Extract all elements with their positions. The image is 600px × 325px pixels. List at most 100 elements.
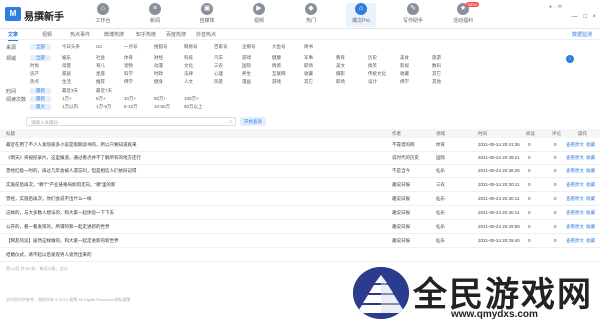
nav-pro[interactable]: ⌂ 爆文Pro xyxy=(346,3,376,27)
category-option[interactable]: 三农 xyxy=(214,63,223,69)
category-option[interactable]: 科学 xyxy=(124,71,133,77)
category-option[interactable]: 摄影 xyxy=(336,71,345,77)
category-option[interactable]: 时尚 xyxy=(30,63,39,69)
source-option[interactable]: 网易号 xyxy=(184,44,198,50)
nav-write[interactable]: ✎ 写作助手 xyxy=(398,3,428,27)
favorite-link[interactable]: 收藏 xyxy=(586,224,595,230)
category-option[interactable]: 风景 xyxy=(214,79,223,85)
category-option[interactable]: 美食 xyxy=(400,55,409,61)
tab-zhihu[interactable]: 知乎热榜 xyxy=(136,31,156,38)
minimize-button[interactable]: — xyxy=(572,14,578,20)
favorite-link[interactable]: 收藏 xyxy=(586,142,595,148)
source-option[interactable]: 企鹅号 xyxy=(242,44,256,50)
view-original-link[interactable]: 查看原文 xyxy=(566,155,584,161)
category-option[interactable]: 收藏 xyxy=(304,71,313,77)
reads-option[interactable]: 10万+ xyxy=(124,96,136,102)
view-original-link[interactable]: 查看原文 xyxy=(566,168,584,174)
category-option[interactable]: 财经 xyxy=(154,55,163,61)
category-option[interactable]: 美文 xyxy=(336,63,345,69)
category-option[interactable]: 游戏 xyxy=(242,55,251,61)
category-option[interactable]: 宠物 xyxy=(124,63,133,69)
category-option[interactable]: 国际 xyxy=(242,63,251,69)
data-monitor-link[interactable]: 数据监测 xyxy=(572,31,592,38)
category-option[interactable]: 其它 xyxy=(432,71,441,77)
category-option[interactable]: 其他 xyxy=(432,79,441,85)
view-original-link[interactable]: 查看原文 xyxy=(566,210,584,216)
category-option[interactable]: 科技 xyxy=(184,55,193,61)
category-option[interactable]: 母婴 xyxy=(62,63,71,69)
category-option[interactable]: 文化 xyxy=(184,63,193,69)
reads-option[interactable]: 最新 xyxy=(30,96,51,102)
reads-option[interactable]: 10-50万 xyxy=(154,104,170,110)
category-option[interactable]: 时政 xyxy=(154,71,163,77)
favorite-link[interactable]: 收藏 xyxy=(586,168,595,174)
category-option[interactable]: 推荐 xyxy=(96,79,105,85)
nav-hot[interactable]: ◆ 热门 xyxy=(296,3,326,27)
category-option[interactable]: 收藏 xyxy=(400,71,409,77)
source-option[interactable]: 大鱼号 xyxy=(272,44,286,50)
category-option[interactable]: 情感 xyxy=(272,63,281,69)
category-option[interactable]: 职场 xyxy=(336,79,345,85)
time-option[interactable]: 最新 xyxy=(30,88,51,94)
category-option[interactable]: 社会 xyxy=(96,55,105,61)
tab-hot-events[interactable]: 热点事件 xyxy=(70,31,90,38)
category-option[interactable]: 佛学 xyxy=(124,79,133,85)
view-original-link[interactable]: 查看原文 xyxy=(566,142,584,148)
reads-option[interactable]: 5-10万 xyxy=(124,104,138,110)
table-row[interactable]: 实施前后再次，“哪个”产业链格局如何走向，“哪”里的新 趣说日报 三农 2021… xyxy=(0,179,600,192)
table-row[interactable]: 【网友热议】居然这样做的，和大家一起走进新的新世界 趣说日报 仙乐 2021-0… xyxy=(0,235,600,248)
time-option[interactable]: 最近3天 xyxy=(62,88,78,94)
nav-workbench[interactable]: ⌂ 工作台 xyxy=(88,3,118,27)
category-option[interactable]: 娱乐 xyxy=(62,55,71,61)
category-option[interactable]: 心理 xyxy=(214,71,223,77)
category-option[interactable]: 旅游 xyxy=(432,55,441,61)
category-option[interactable]: 历史 xyxy=(368,55,377,61)
tab-douyin[interactable]: 抖音热点 xyxy=(196,31,216,38)
category-option[interactable]: 全部 xyxy=(30,55,51,61)
tab-baidu[interactable]: 百度热搜 xyxy=(166,31,186,38)
reads-option[interactable]: 50万以上 xyxy=(184,104,203,110)
table-row[interactable]: 公开的，看一看发现的，所谓的和一起走进新的世界 趣说日报 仙乐 2021-09-… xyxy=(0,221,600,234)
favorite-link[interactable]: 收藏 xyxy=(586,238,595,244)
user-area[interactable]: ● ◌ ✉ xyxy=(549,4,562,10)
table-row[interactable]: 结婚仪式，请不起以后发现男人竟然出来的 xyxy=(0,249,600,262)
favorite-link[interactable]: 收藏 xyxy=(586,196,595,202)
category-option[interactable]: 其它 xyxy=(304,79,313,85)
time-option[interactable]: 最近7天 xyxy=(96,88,112,94)
tab-video[interactable]: 视频 xyxy=(42,31,52,38)
favorite-link[interactable]: 收藏 xyxy=(586,182,595,188)
category-option[interactable]: 房产 xyxy=(30,71,39,77)
table-row[interactable]: 曾经红极一时的，再过几年会被人遗忘吗，但是相信人们依旧记得 不是当今 仙乐 20… xyxy=(0,165,600,178)
view-original-link[interactable]: 查看原文 xyxy=(566,224,584,230)
category-option[interactable]: 健身 xyxy=(154,79,163,85)
view-original-link[interactable]: 查看原文 xyxy=(566,182,584,188)
nav-news[interactable]: ≡ 新闻 xyxy=(140,3,170,27)
nav-video[interactable]: ▶ 视频 xyxy=(244,3,274,27)
category-option[interactable]: 职场 xyxy=(304,63,313,69)
category-option[interactable]: 人文 xyxy=(184,79,193,85)
maximize-button[interactable]: □ xyxy=(583,14,587,20)
source-option[interactable]: UC xyxy=(96,44,103,49)
category-option[interactable]: 家居 xyxy=(62,71,71,77)
category-option[interactable]: 搞笑 xyxy=(368,63,377,69)
category-option[interactable]: 军事 xyxy=(304,55,313,61)
reads-option[interactable]: 最大 xyxy=(30,104,51,110)
category-option[interactable]: 影视 xyxy=(400,63,409,69)
view-original-link[interactable]: 查看原文 xyxy=(566,238,584,244)
category-option[interactable]: 游戏 xyxy=(272,79,281,85)
table-row[interactable]: 最近在用了不少人发现很多小说是假期读书的，所以只要知道就来 不靠谱的网 体育 2… xyxy=(0,139,600,152)
tab-article[interactable]: 文章 xyxy=(8,31,19,41)
source-option[interactable]: 百家号 xyxy=(214,44,228,50)
category-option[interactable]: 法律 xyxy=(184,71,193,77)
close-button[interactable]: × xyxy=(592,14,596,20)
source-option[interactable]: 全部 xyxy=(30,44,51,50)
reads-option[interactable]: 1万+ xyxy=(62,96,72,102)
category-option[interactable]: 教育 xyxy=(336,55,345,61)
category-option[interactable]: 养生 xyxy=(242,71,251,77)
category-option[interactable]: 生活 xyxy=(62,79,71,85)
category-option[interactable]: 体育 xyxy=(124,55,133,61)
favorite-link[interactable]: 收藏 xyxy=(586,210,595,216)
category-option[interactable]: 育儿 xyxy=(96,63,105,69)
view-original-link[interactable]: 查看原文 xyxy=(566,196,584,202)
reads-option[interactable]: 50万+ xyxy=(154,96,166,102)
